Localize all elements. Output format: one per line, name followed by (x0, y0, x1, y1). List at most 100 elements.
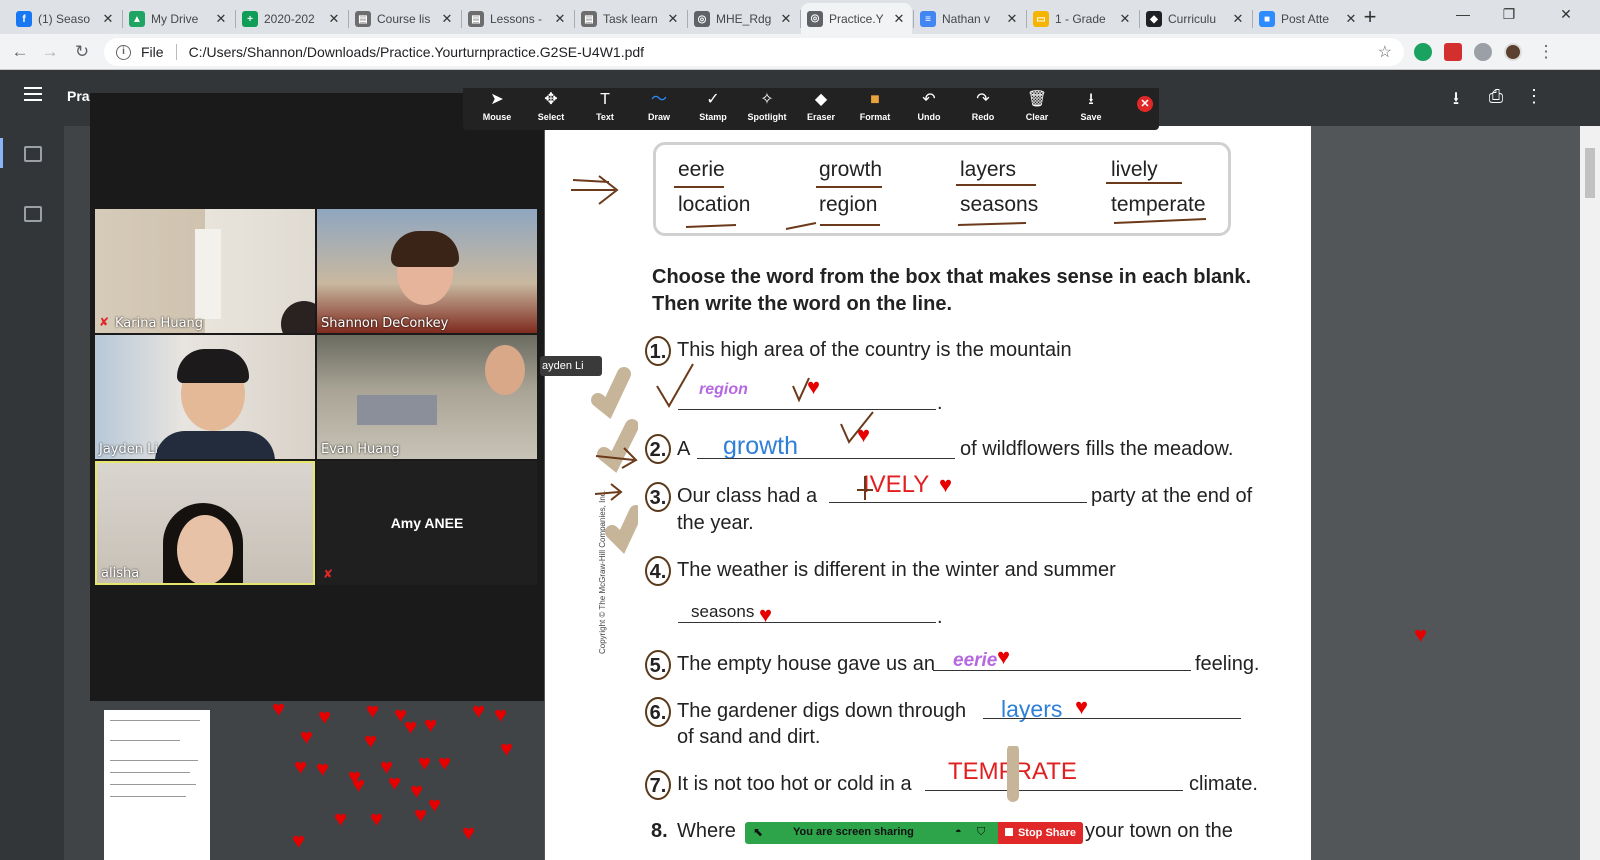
browser-tab[interactable]: +2020-202 ✕ (236, 4, 347, 34)
annotate-tool-select[interactable]: ✥ Select (525, 88, 577, 130)
print-icon[interactable]: ⎙ (1484, 86, 1508, 107)
check-icon: ✓ (706, 91, 720, 108)
vertical-scrollbar[interactable] (1580, 126, 1600, 860)
annotate-tool-format[interactable]: ■ Format (849, 88, 901, 130)
close-tab-icon[interactable]: ✕ (327, 11, 341, 27)
underline-annotations (674, 182, 1207, 230)
video-tile[interactable]: Evan Huang (317, 335, 537, 459)
close-tab-icon[interactable]: ✕ (1005, 11, 1019, 27)
tool-label: Select (537, 112, 565, 122)
close-tab-icon[interactable]: ✕ (1231, 11, 1245, 27)
extension-icon[interactable] (1414, 43, 1432, 61)
video-tile[interactable]: Shannon DeConkey (317, 209, 537, 333)
video-tile-active-speaker[interactable]: alisha (95, 461, 315, 585)
page-thumbnail[interactable] (104, 710, 210, 860)
answer-line (678, 622, 936, 623)
participant-name-centered: Amy ANEE (390, 515, 464, 531)
browser-tab[interactable]: ◎ MHE_Rdg ✕ (688, 4, 799, 34)
video-tile[interactable]: ✘ Karina Huang (95, 209, 315, 333)
checkmark-annotation (840, 411, 874, 444)
question-number: 3. (645, 482, 671, 512)
browser-tab[interactable]: ▤ Lessons - ✕ (462, 4, 573, 34)
close-tab-icon[interactable]: ✕ (666, 11, 680, 27)
thumb-line (110, 772, 190, 773)
share-drag-icon[interactable]: ⬉ (753, 825, 763, 839)
annotate-tool-redo[interactable]: ↷ Redo (957, 88, 1009, 130)
annotate-tool-stamp[interactable]: ✓ Stamp (687, 88, 739, 130)
heart-stamp: ♥ (939, 472, 953, 497)
heart-stamp: ♥ (410, 778, 424, 803)
back-icon[interactable]: ← (8, 40, 32, 64)
annotate-tool-text[interactable]: T Text (579, 88, 631, 130)
browser-tab[interactable]: ■ Post Atte ✕ (1253, 4, 1364, 34)
close-tab-icon[interactable]: ✕ (1344, 11, 1358, 27)
minimize-button[interactable]: — (1440, 0, 1486, 30)
text-icon: T (600, 91, 610, 108)
annotate-tool-mouse[interactable]: ➤ Mouse (471, 88, 523, 130)
close-tab-icon[interactable]: ✕ (214, 11, 228, 27)
url-field[interactable]: i File C:/Users/Shannon/Downloads/Practi… (104, 38, 1404, 66)
question-continuation: of sand and dirt. (677, 726, 821, 748)
thumb-line (110, 760, 198, 761)
question-end: . (937, 392, 943, 414)
browser-menu-icon[interactable]: ⋮ (1534, 40, 1558, 64)
profile-avatar[interactable] (1504, 43, 1522, 61)
screen-share-bar: ⬉ You are screen sharing ◓ ⛉ Stop Share (745, 822, 1083, 844)
heart-stamp: ♥ (997, 644, 1011, 669)
annotate-tool-save[interactable]: ⭳ Save (1065, 88, 1117, 130)
video-tile[interactable]: Amy ANEE ✘ (317, 461, 537, 585)
tool-label: Draw (647, 112, 670, 122)
heart-stamp: ♥ (500, 736, 514, 761)
video-tile[interactable]: Jayden Li (95, 335, 315, 459)
tab-label: Nathan v (942, 12, 991, 26)
thumbnails-icon[interactable] (24, 146, 42, 162)
stop-share-button[interactable]: Stop Share (998, 822, 1083, 844)
file-label: File (141, 44, 164, 60)
outline-icon[interactable] (24, 206, 42, 222)
close-tab-icon[interactable]: ✕ (1118, 11, 1132, 27)
tool-label: Save (1080, 112, 1102, 122)
heart-stamp: ♥ (352, 772, 366, 797)
forward-icon[interactable]: → (38, 40, 62, 64)
annotate-tool-undo[interactable]: ↶ Undo (903, 88, 955, 130)
hamburger-menu-icon[interactable] (24, 87, 42, 101)
ublock-icon[interactable] (1444, 43, 1462, 61)
download-icon[interactable]: ⭳ (1444, 86, 1468, 116)
close-window-button[interactable]: ✕ (1532, 0, 1600, 30)
more-options-icon[interactable]: ⋮ (1522, 86, 1546, 107)
close-tab-icon[interactable]: ✕ (440, 11, 454, 27)
close-tab-icon[interactable]: ✕ (779, 11, 793, 27)
heart-stamp: ♥ (388, 770, 402, 795)
close-annotation-icon[interactable]: ✕ (1137, 96, 1153, 112)
heart-stamp: ♥ (300, 724, 314, 749)
tab-label: My Drive (151, 12, 199, 26)
browser-tab[interactable]: ≡ Nathan v ✕ (914, 4, 1025, 34)
participant-face (485, 345, 525, 395)
heart-stamp: ♥ (318, 704, 332, 729)
stroke-annotation (1007, 746, 1019, 802)
thumb-line (110, 796, 186, 797)
restore-button[interactable]: ❐ (1486, 0, 1532, 30)
annotate-tool-spotlight[interactable]: ✧ Spotlight (741, 88, 793, 130)
question-number: 5. (645, 650, 671, 680)
browser-tab[interactable]: ◆ Curriculu ✕ (1140, 4, 1251, 34)
extensions-puzzle-icon[interactable] (1474, 43, 1492, 61)
browser-tab[interactable]: ◎ Practice.Y ✕ (801, 3, 912, 34)
info-icon[interactable]: i (116, 44, 131, 60)
annotate-tool-clear[interactable]: 🗑 Clear (1011, 88, 1063, 130)
browser-tab[interactable]: f (1) Seaso ✕ (10, 4, 121, 34)
heart-stamp: ♥ (759, 602, 773, 627)
browser-tab[interactable]: ▭ 1 - Grade ✕ (1027, 4, 1138, 34)
annotate-tool-draw[interactable]: 〜 Draw (633, 88, 685, 130)
browser-tab[interactable]: ▲ My Drive ✕ (123, 4, 234, 34)
close-tab-icon[interactable]: ✕ (892, 11, 906, 27)
slides-icon: ▭ (1033, 11, 1049, 27)
bookmark-star-icon[interactable]: ☆ (1378, 42, 1392, 62)
browser-tab[interactable]: ▤ Course lis ✕ (349, 4, 460, 34)
reload-icon[interactable]: ↻ (70, 40, 94, 64)
annotate-tool-eraser[interactable]: ◆ Eraser (795, 88, 847, 130)
browser-tab[interactable]: ▤ Task learn ✕ (575, 4, 686, 34)
close-tab-icon[interactable]: ✕ (553, 11, 567, 27)
close-tab-icon[interactable]: ✕ (101, 11, 115, 27)
scrollbar-thumb[interactable] (1585, 148, 1595, 198)
